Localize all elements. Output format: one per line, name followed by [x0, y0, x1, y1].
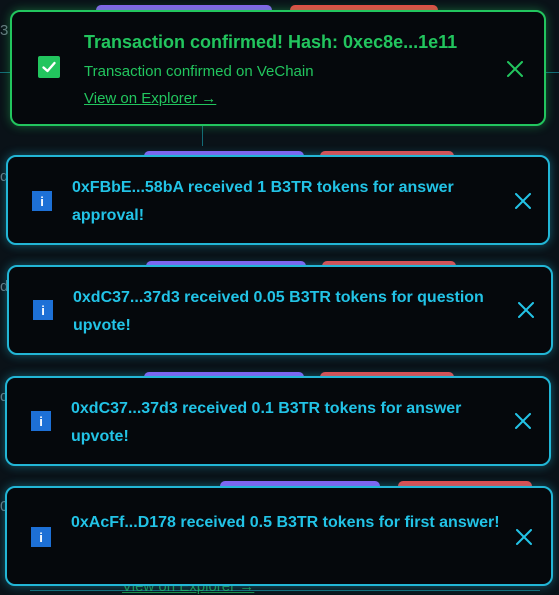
info-icon: i — [33, 300, 53, 320]
background-divider — [202, 124, 203, 146]
toast-message: 0xdC37...37d3 received 0.05 B3TR tokens … — [73, 289, 484, 334]
close-icon — [515, 193, 531, 209]
close-button[interactable] — [511, 524, 537, 550]
toast-message: 0xAcFf...D178 received 0.5 B3TR tokens f… — [71, 514, 500, 531]
close-icon — [516, 529, 532, 545]
background-text-fragment: 3 — [0, 22, 9, 39]
toast-message: Transaction confirmed on VeChain — [84, 63, 314, 80]
info-icon: i — [31, 411, 51, 431]
info-toast: i 0xdC37...37d3 received 0.05 B3TR token… — [7, 265, 553, 355]
info-toast: i 0xdC37...37d3 received 0.1 B3TR tokens… — [5, 376, 551, 466]
close-icon — [518, 302, 534, 318]
checkmark-icon — [38, 56, 60, 78]
info-toast: i 0xFBbE...58bA received 1 B3TR tokens f… — [6, 155, 550, 245]
close-icon — [515, 413, 531, 429]
info-icon: i — [31, 527, 51, 547]
view-on-explorer-link[interactable]: View on Explorer → — [84, 90, 216, 107]
close-button[interactable] — [510, 188, 536, 214]
close-button[interactable] — [502, 56, 528, 82]
notification-stage: 3 d d d 0 View on Explorer → Transaction… — [0, 0, 559, 595]
toast-title: Transaction confirmed! Hash: 0xec8e...1e… — [84, 32, 458, 52]
close-button[interactable] — [510, 408, 536, 434]
background-divider — [30, 590, 540, 591]
toast-message: 0xFBbE...58bA received 1 B3TR tokens for… — [72, 179, 454, 224]
info-toast: i 0xAcFf...D178 received 0.5 B3TR tokens… — [5, 486, 553, 586]
close-button[interactable] — [513, 297, 539, 323]
info-icon: i — [32, 191, 52, 211]
close-icon — [507, 61, 523, 77]
success-toast: Transaction confirmed! Hash: 0xec8e...1e… — [10, 10, 546, 126]
toast-message: 0xdC37...37d3 received 0.1 B3TR tokens f… — [71, 400, 462, 445]
